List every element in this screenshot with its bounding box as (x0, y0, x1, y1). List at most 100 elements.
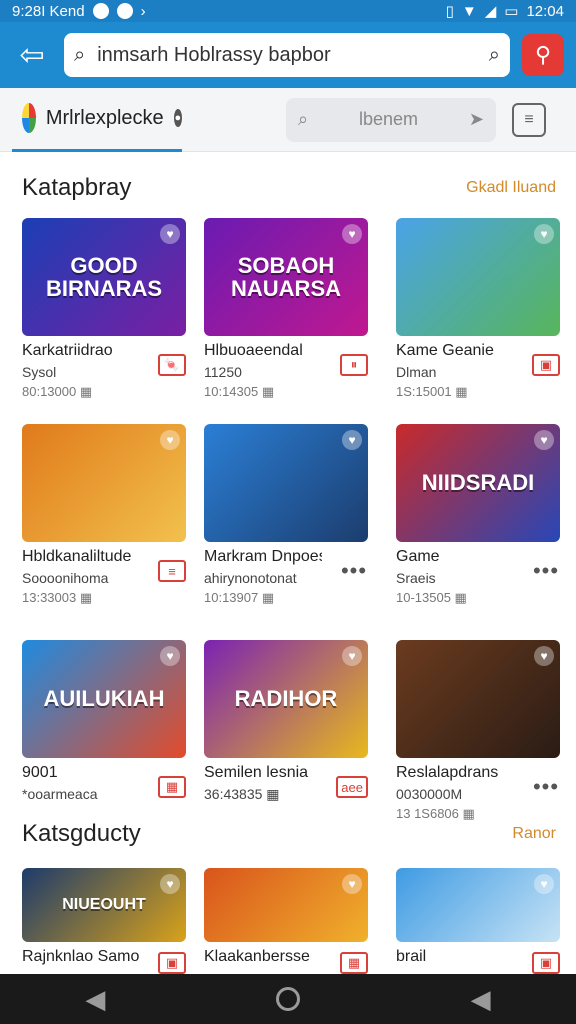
thumbnail-text: NIUEOUHT (62, 895, 146, 913)
favorite-icon[interactable]: ♥ (342, 430, 362, 450)
game-subtitle: Soooonihoma (22, 570, 109, 586)
favorite-icon[interactable]: ♥ (534, 224, 554, 244)
favorite-icon[interactable]: ♥ (342, 874, 362, 894)
section-title: Katapbray (22, 174, 132, 201)
game-subtitle: ahirynonotonat (204, 570, 297, 586)
favorite-icon[interactable]: ♥ (160, 430, 180, 450)
status-bar: 9:28I Kend › ▯ ▼ ◢ ▭ 12:04 (0, 0, 576, 22)
game-meta: 10:13907 ▦ (204, 590, 275, 605)
game-title: Reslalapdrans (396, 764, 499, 781)
back-arrow-icon[interactable]: ⇦ (12, 35, 52, 75)
top-app-bar: ⇦ ⌕ inmsarh Hoblrassy bapbor ⌕ ⚲ (0, 22, 576, 88)
thumbnail-text: SOBAOH NAUARSA (231, 252, 341, 301)
game-thumbnail[interactable]: GOOD BIRNARAS ♥ (22, 218, 186, 336)
game-action-button[interactable]: ▣ (532, 952, 560, 974)
filter-search[interactable]: ⌕ lbenem ➤ (286, 97, 496, 142)
game-action-button[interactable]: 🍬 (158, 354, 186, 376)
favorite-icon[interactable]: ♥ (160, 646, 180, 666)
brand-logo-icon (22, 103, 36, 133)
battery-icon: ▭ (504, 3, 519, 20)
game-thumbnail[interactable]: ♥ (396, 640, 560, 758)
clipboard-icon[interactable]: ≡ (512, 102, 546, 137)
game-thumbnail[interactable]: NIUEOUHT ♥ (22, 868, 186, 942)
brand-label: Mrlrlexplecke (45, 106, 164, 129)
game-thumbnail[interactable]: NIIDSRADI ♥ (396, 424, 560, 542)
favorite-icon[interactable]: ♥ (342, 646, 362, 666)
game-meta: 1S:15001 ▦ (396, 384, 468, 399)
more-options-icon[interactable]: ••• (532, 774, 560, 799)
notification-icon-2 (116, 3, 133, 19)
game-thumbnail[interactable]: ♥ (396, 868, 560, 942)
game-meta: 80:13000 ▦ (22, 384, 93, 399)
tab-marketplace[interactable]: Mrlrlexplecke ● (12, 88, 182, 152)
game-title: Rajnknlao Samor (22, 948, 140, 965)
game-card[interactable]: SOBAOH NAUARSA ♥ Hlbuoaeendal 11250 10:14305… (204, 218, 368, 412)
game-thumbnail[interactable]: ♥ (396, 218, 560, 336)
game-action-button[interactable]: aee (336, 776, 368, 798)
favorite-icon[interactable]: ♥ (342, 224, 362, 244)
game-action-button[interactable]: ⏸ (340, 354, 368, 376)
game-card[interactable]: ♥ brail ▣ (396, 868, 560, 974)
tab-row: Mrlrlexplecke ● ⌕ lbenem ➤ ≡ (0, 88, 576, 152)
game-card[interactable]: ♥ Kame Geanie Dlman 1S:15001 ▦ ▣ (396, 218, 560, 412)
triangle-recents-icon[interactable]: ◀ (471, 984, 491, 1015)
share-arrow-icon[interactable]: ➤ (469, 109, 484, 130)
game-card[interactable]: ♥ Reslalapdrans 0030000M 13 1S6806 ▦ ••• (396, 640, 560, 834)
game-card[interactable]: ♥ Hbldkanaliltude Soooonihoma 13:33003 ▦ ≡ (22, 424, 186, 618)
favorite-icon[interactable]: ♥ (534, 646, 554, 666)
section-header-1: Katapbray Gkadl Iluand (22, 174, 556, 202)
status-right: ▯ ▼ ◢ ▭ 12:04 (445, 2, 564, 21)
game-thumbnail[interactable]: ♥ (204, 868, 368, 942)
game-thumbnail[interactable]: ♥ (22, 424, 186, 542)
thumbnail-text: NIIDSRADI (421, 470, 535, 496)
search-input[interactable]: inmsarh Hoblrassy bapbor (97, 44, 477, 67)
chevron-icon: › (140, 2, 146, 20)
game-card[interactable]: ♥ Markram Dnpoesekan ahirynonotonat 10:1390… (204, 424, 368, 618)
game-thumbnail[interactable]: SOBAOH NAUARSA ♥ (204, 218, 368, 336)
game-action-button[interactable]: ▣ (158, 952, 186, 974)
game-action-button[interactable]: ▦ (340, 952, 368, 974)
game-card[interactable]: RADIHOR ♥ Semilen lesnia 36:43835 ▦ aee (204, 640, 368, 834)
triangle-back-icon[interactable]: ◀ (85, 984, 105, 1015)
notification-icon (92, 3, 109, 19)
game-subtitle: Dlman (396, 364, 437, 380)
more-options-icon[interactable]: ••• (340, 558, 368, 583)
search-icon: ⌕ (74, 43, 86, 66)
game-card[interactable]: GOOD BIRNARAS ♥ Karkatriidrao Sysol 80:13000… (22, 218, 186, 412)
search-submit-icon[interactable]: ⌕ (489, 44, 500, 67)
game-title: Markram Dnpoesekan (204, 548, 322, 565)
section-link[interactable]: Gkadl Iluand (466, 179, 556, 197)
game-thumbnail[interactable]: RADIHOR ♥ (204, 640, 368, 758)
game-action-button[interactable]: ≡ (158, 560, 186, 582)
circle-home-icon[interactable] (275, 987, 300, 1011)
game-subtitle: Sraeis (396, 570, 436, 586)
signal-icon: ◢ (484, 3, 497, 20)
status-left: 9:28I Kend › (12, 3, 146, 20)
game-action-button[interactable]: ▦ (158, 776, 186, 798)
system-nav-bar: ◀ ◀ (0, 974, 576, 1024)
game-title: Semilen lesnia (204, 764, 309, 781)
game-action-button[interactable]: ▣ (532, 354, 560, 376)
game-subtitle: 11250 (204, 364, 242, 380)
thumbnail-text: RADIHOR (234, 686, 338, 712)
game-thumbnail[interactable]: AUILUKIAH ♥ (22, 640, 186, 758)
favorite-icon[interactable]: ♥ (534, 874, 554, 894)
game-title: Klaakanbersse (204, 948, 310, 965)
favorite-icon[interactable]: ♥ (534, 430, 554, 450)
game-title: Kame Geanie (396, 342, 494, 359)
game-thumbnail[interactable]: ♥ (204, 424, 368, 542)
favorite-icon[interactable]: ♥ (160, 224, 180, 244)
game-card[interactable]: AUILUKIAH ♥ 9001 *ooarmeaca ▦ (22, 640, 186, 834)
game-title: Karkatriidrao (22, 342, 113, 359)
wifi-icon: ▼ (461, 2, 477, 20)
game-card[interactable]: ♥ Klaakanbersse ▦ (204, 868, 368, 974)
content: Katapbray Gkadl Iluand Katsgducty Ranor … (0, 152, 576, 974)
game-card[interactable]: NIIDSRADI ♥ Game Sraeis 10-13505 ▦ ••• (396, 424, 560, 618)
share-button[interactable]: ⚲ (522, 34, 564, 76)
game-title: Hlbuoaeendal (204, 342, 303, 359)
more-options-icon[interactable]: ••• (532, 558, 560, 583)
game-card[interactable]: NIUEOUHT ♥ Rajnknlao Samor ▣ (22, 868, 186, 974)
favorite-icon[interactable]: ♥ (160, 874, 180, 894)
vibrate-icon: ▯ (445, 3, 454, 20)
search-field[interactable]: ⌕ inmsarh Hoblrassy bapbor ⌕ (64, 33, 510, 77)
